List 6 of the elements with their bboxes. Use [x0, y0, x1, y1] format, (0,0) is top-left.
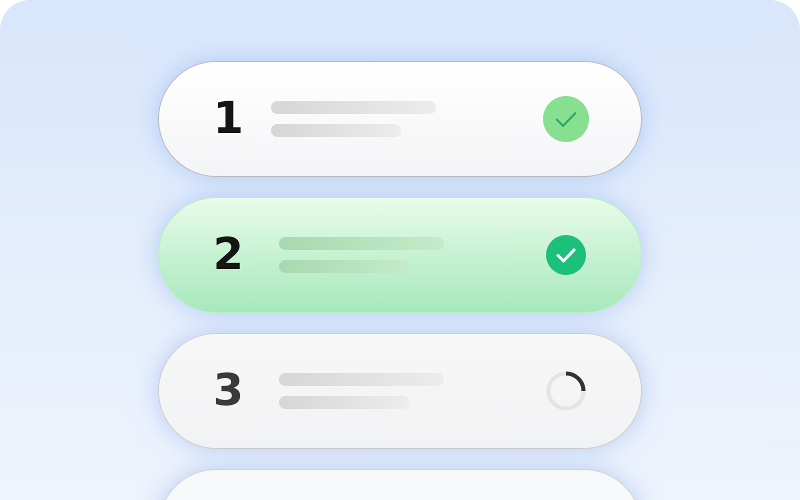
check-icon: [546, 235, 586, 275]
step-number: 2: [213, 233, 245, 277]
step-number: 1: [213, 97, 245, 141]
spinner-icon: [546, 371, 586, 411]
step-number: 3: [213, 369, 245, 413]
check-icon: [543, 96, 589, 142]
